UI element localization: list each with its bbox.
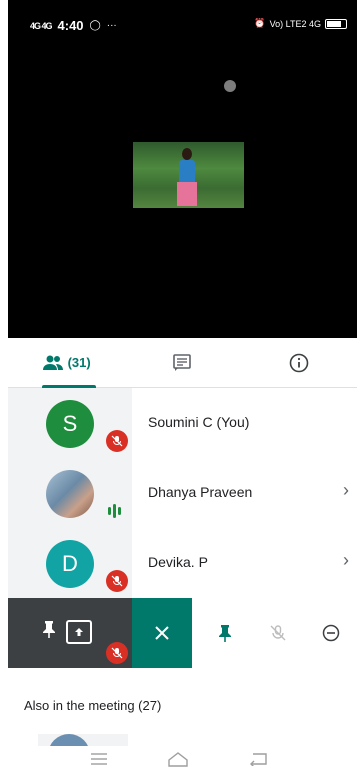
close-icon (155, 626, 169, 640)
also-in-meeting-header: Also in the meeting (27) (24, 698, 162, 713)
mic-off-icon (106, 430, 128, 452)
participant-row[interactable]: Dhanya Praveen › (8, 458, 357, 528)
info-icon (289, 353, 309, 372)
network-label: Vo) LTE2 4G (269, 18, 321, 29)
avatar: D (46, 540, 94, 588)
pin-icon (42, 620, 56, 643)
battery-icon (325, 18, 347, 29)
back-icon[interactable] (248, 752, 268, 771)
participant-name: Soumini C (You) (148, 414, 250, 430)
participant-name: Dhanya Praveen (148, 484, 253, 500)
mic-off-icon (270, 625, 285, 641)
participant-actions-bar (8, 598, 357, 668)
mic-off-icon (106, 642, 128, 664)
people-count: (31) (67, 355, 91, 370)
chat-icon (173, 353, 192, 371)
chevron-right-icon[interactable]: › (343, 480, 349, 501)
remove-participant-button[interactable] (316, 618, 346, 648)
participant-name: Devika. P (148, 554, 208, 570)
pin-icon (218, 625, 231, 642)
home-icon[interactable] (167, 751, 189, 772)
loading-icon (224, 80, 236, 92)
system-nav-bar (0, 746, 357, 776)
meeting-tabs: (31) (8, 338, 357, 388)
action-buttons (192, 598, 357, 668)
mute-participant-button[interactable] (263, 618, 293, 648)
more-dots-icon: ··· (106, 20, 117, 31)
avatar (46, 470, 94, 518)
tab-chat[interactable] (124, 338, 240, 387)
tab-info[interactable] (241, 338, 357, 387)
participant-video-thumbnail[interactable] (133, 142, 244, 208)
pin-button[interactable] (210, 618, 240, 648)
remove-icon (322, 624, 339, 642)
people-icon (42, 355, 63, 370)
participant-row[interactable]: D Devika. P › (8, 528, 357, 598)
tab-people[interactable]: (31) (8, 338, 124, 388)
chevron-right-icon[interactable]: › (343, 550, 349, 571)
speaking-indicator-icon (108, 504, 126, 518)
menu-icon[interactable] (90, 752, 108, 770)
participant-preview (8, 598, 132, 668)
close-actions-button[interactable] (132, 598, 192, 668)
avatar: S (46, 400, 94, 448)
partial-participant-avatar (38, 734, 128, 746)
alarm-icon: ⏰ (254, 18, 266, 28)
participant-row[interactable]: S Soumini C (You) (8, 388, 357, 458)
status-time: 4:40 (57, 18, 84, 33)
whatsapp-icon: ◯ (89, 20, 101, 31)
signal-indicator: 4G 4G (30, 20, 52, 31)
present-screen-icon (66, 620, 92, 644)
mic-off-icon (106, 570, 128, 592)
video-stage[interactable]: 4G 4G 4:40 ◯ ··· ⏰ Vo) LTE2 4G (8, 0, 357, 338)
status-bar: 4G 4G 4:40 ◯ ··· ⏰ Vo) LTE2 4G (8, 0, 357, 48)
person-figure (177, 148, 197, 206)
meet-screen: 4G 4G 4:40 ◯ ··· ⏰ Vo) LTE2 4G (31) S So… (0, 0, 357, 776)
